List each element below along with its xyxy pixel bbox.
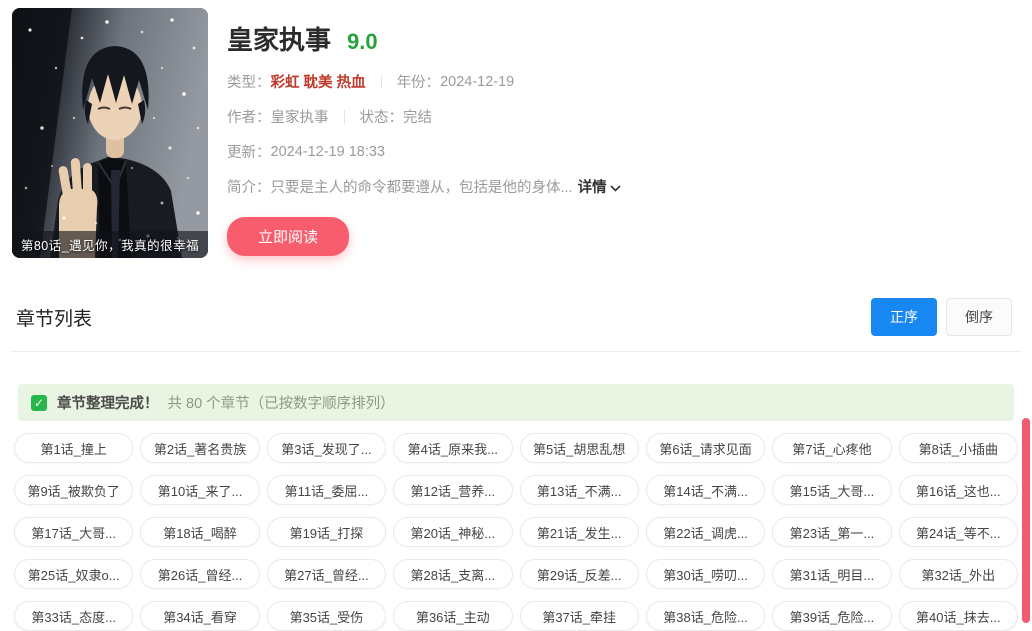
chapter-button[interactable]: 第31话_明目... — [772, 559, 891, 589]
chapter-button[interactable]: 第15话_大哥... — [772, 475, 891, 505]
cover-image[interactable]: 第80话_遇见你，我真的很幸福 — [12, 8, 208, 258]
author-label: 作者： — [227, 106, 271, 127]
cover-caption: 第80话_遇见你，我真的很幸福 — [12, 231, 208, 258]
chapter-button[interactable]: 第22话_调虎... — [646, 517, 765, 547]
comic-info: 皇家执事 9.0 类型： 彩虹 耽美 热血 年份： 2024-12-19 作者：… — [227, 8, 621, 258]
description-text: 只要是主人的命令都要遵从，包括是他的身体... — [271, 176, 573, 197]
year-label: 年份： — [397, 71, 441, 92]
chapter-list-header: 章节列表 正序 倒序 — [16, 298, 1012, 336]
chapter-button[interactable]: 第5话_胡思乱想 — [520, 433, 639, 463]
comic-header: 第80话_遇见你，我真的很幸福 皇家执事 9.0 类型： 彩虹 耽美 热血 年份… — [0, 0, 1032, 258]
sort-button-group: 正序 倒序 — [871, 298, 1012, 336]
chapter-button[interactable]: 第3话_发现了... — [267, 433, 386, 463]
check-icon: ✓ — [31, 395, 47, 411]
chevron-down-icon — [610, 180, 621, 196]
type-tags[interactable]: 彩虹 耽美 热血 — [271, 71, 366, 92]
chapter-button[interactable]: 第2话_著名贵族 — [140, 433, 259, 463]
chapter-button[interactable]: 第17话_大哥... — [14, 517, 133, 547]
detail-expand-link[interactable]: 详情 — [578, 176, 621, 197]
chapter-button[interactable]: 第40话_抹去... — [899, 601, 1018, 631]
detail-link-label: 详情 — [578, 176, 607, 197]
chapter-button[interactable]: 第1话_撞上 — [14, 433, 133, 463]
chapter-button[interactable]: 第27话_曾经... — [267, 559, 386, 589]
meta-row-description: 简介： 只要是主人的命令都要遵从，包括是他的身体... 详情 — [227, 176, 621, 197]
chapter-button[interactable]: 第21话_发生... — [520, 517, 639, 547]
chapter-button[interactable]: 第33话_态度... — [14, 601, 133, 631]
section-divider — [10, 351, 1022, 352]
chapter-button[interactable]: 第8话_小插曲 — [899, 433, 1018, 463]
meta-row-type-year: 类型： 彩虹 耽美 热血 年份： 2024-12-19 — [227, 71, 621, 92]
sort-ascending-button[interactable]: 正序 — [871, 298, 937, 336]
chapter-button[interactable]: 第13话_不满... — [520, 475, 639, 505]
chapter-button[interactable]: 第39话_危险... — [772, 601, 891, 631]
divider — [344, 110, 345, 124]
chapter-button[interactable]: 第6话_请求见面 — [646, 433, 765, 463]
scrollbar[interactable] — [1022, 418, 1030, 623]
status-value: 完结 — [403, 106, 432, 127]
chapter-list-title: 章节列表 — [16, 304, 92, 331]
chapter-button[interactable]: 第19话_打探 — [267, 517, 386, 547]
chapter-button[interactable]: 第35话_受伤 — [267, 601, 386, 631]
chapter-button[interactable]: 第20话_神秘... — [393, 517, 512, 547]
chapter-button[interactable]: 第23话_第一... — [772, 517, 891, 547]
chapter-button[interactable]: 第11话_委屈... — [267, 475, 386, 505]
rating-badge: 9.0 — [347, 29, 378, 55]
chapter-button[interactable]: 第18话_喝醉 — [140, 517, 259, 547]
chapter-button[interactable]: 第38话_危险... — [646, 601, 765, 631]
sort-descending-button[interactable]: 倒序 — [946, 298, 1012, 336]
chapter-button[interactable]: 第29话_反差... — [520, 559, 639, 589]
type-label: 类型： — [227, 71, 271, 92]
chapter-button[interactable]: 第25话_奴隶o... — [14, 559, 133, 589]
chapter-button[interactable]: 第16话_这也... — [899, 475, 1018, 505]
chapter-grid: 第1话_撞上 第2话_著名贵族 第3话_发现了... 第4话_原来我... 第5… — [14, 433, 1018, 631]
update-value: 2024-12-19 18:33 — [271, 144, 386, 160]
chapter-button[interactable]: 第7话_心疼他 — [772, 433, 891, 463]
update-label: 更新： — [227, 141, 271, 162]
read-now-button[interactable]: 立即阅读 — [227, 217, 349, 256]
chapter-button[interactable]: 第28话_支离... — [393, 559, 512, 589]
page-title: 皇家执事 — [227, 20, 331, 57]
chapter-button[interactable]: 第36话_主动 — [393, 601, 512, 631]
chapter-button[interactable]: 第14话_不满... — [646, 475, 765, 505]
notice-detail: 共 80 个章节（已按数字顺序排列） — [168, 392, 395, 413]
chapter-button[interactable]: 第34话_看穿 — [140, 601, 259, 631]
chapter-button[interactable]: 第4话_原来我... — [393, 433, 512, 463]
meta-row-update: 更新： 2024-12-19 18:33 — [227, 141, 621, 162]
chapter-button[interactable]: 第30话_唠叨... — [646, 559, 765, 589]
comic-detail-page: 第80话_遇见你，我真的很幸福 皇家执事 9.0 类型： 彩虹 耽美 热血 年份… — [0, 0, 1032, 631]
chapter-button[interactable]: 第24话_等不... — [899, 517, 1018, 547]
description-label: 简介： — [227, 176, 271, 197]
chapter-button[interactable]: 第26话_曾经... — [140, 559, 259, 589]
chapter-button[interactable]: 第37话_牵挂 — [520, 601, 639, 631]
meta-row-author-status: 作者： 皇家执事 状态： 完结 — [227, 106, 621, 127]
chapter-button[interactable]: 第9话_被欺负了 — [14, 475, 133, 505]
divider — [381, 75, 382, 89]
status-label: 状态： — [360, 106, 404, 127]
notice-title: 章节整理完成！ — [57, 392, 159, 413]
chapter-notice-banner: ✓ 章节整理完成！ 共 80 个章节（已按数字顺序排列） — [18, 384, 1014, 421]
chapter-button[interactable]: 第12话_营养... — [393, 475, 512, 505]
year-value: 2024-12-19 — [440, 74, 514, 90]
author-value: 皇家执事 — [271, 106, 329, 127]
cover-art — [12, 8, 208, 258]
chapter-button[interactable]: 第10话_来了... — [140, 475, 259, 505]
chapter-button[interactable]: 第32话_外出 — [899, 559, 1018, 589]
